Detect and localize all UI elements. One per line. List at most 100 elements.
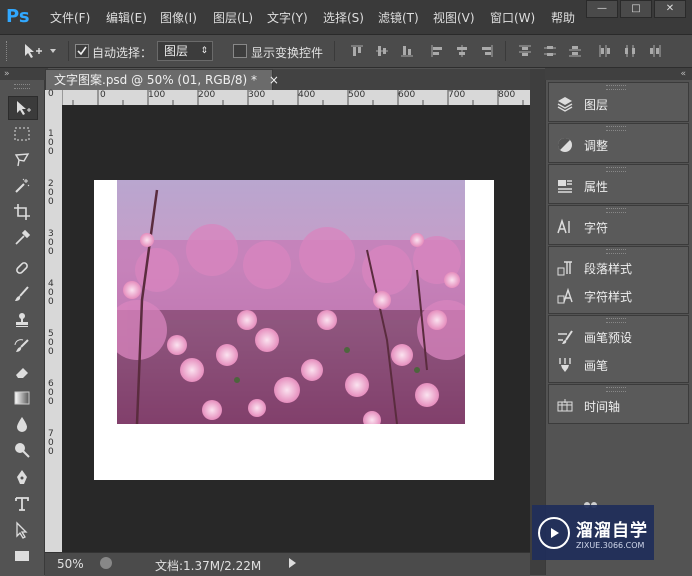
horizontal-ruler: 0 100 200 300 400 500 600 700 800 (62, 90, 530, 106)
panel-item-timeline[interactable]: 时间轴 (556, 395, 620, 417)
panel-label-brush-presets: 画笔预设 (584, 330, 633, 345)
move-tool-icon[interactable] (8, 96, 38, 120)
vertical-ruler: 0 1 0 0 2 0 0 3 0 0 4 0 0 5 0 0 6 0 0 7 … (45, 90, 63, 552)
panel-label-properties: 属性 (584, 179, 609, 194)
align-vcenter-icon[interactable] (375, 44, 389, 58)
tools-panel: » (0, 68, 48, 575)
auto-select-checkbox[interactable] (75, 44, 89, 58)
rectangle-tool-icon[interactable] (8, 545, 36, 567)
type-tool-icon[interactable] (8, 493, 36, 515)
panel-grip (606, 85, 626, 90)
document-tab[interactable]: 文字图案.psd @ 50% (01, RGB/8) * × (45, 69, 279, 90)
collapse-arrows-icon[interactable]: » (0, 68, 48, 80)
crop-tool-icon[interactable] (8, 201, 36, 223)
expand-panels-icon[interactable]: « (680, 68, 686, 80)
status-menu-arrow-icon[interactable] (289, 558, 296, 568)
panel-item-character[interactable]: 字符 (556, 216, 608, 238)
magic-wand-tool-icon[interactable] (8, 175, 36, 197)
separator (505, 41, 506, 61)
timeline-icon (557, 399, 573, 412)
eraser-tool-icon[interactable] (8, 361, 36, 383)
menu-image[interactable]: 图像(I) (160, 9, 197, 26)
align-top-icon[interactable] (350, 44, 364, 58)
panel-grip (606, 126, 626, 131)
clone-stamp-tool-icon[interactable] (8, 309, 36, 331)
menu-type[interactable]: 文字(Y) (267, 9, 308, 26)
path-selection-tool-icon[interactable] (8, 519, 36, 541)
minimize-button[interactable]: — (586, 0, 618, 18)
panel-item-adjustments[interactable]: 调整 (556, 134, 608, 156)
maximize-button[interactable]: □ (620, 0, 652, 18)
align-bottom-icon[interactable] (400, 44, 414, 58)
ruler-v-300: 3 0 0 (48, 229, 54, 257)
menu-help[interactable]: 帮助 (551, 9, 575, 26)
menu-bar: Ps 文件(F) 编辑(E) 图像(I) 图层(L) 文字(Y) 选择(S) 滤… (0, 0, 692, 35)
align-right-icon[interactable] (480, 44, 494, 58)
marquee-tool-icon[interactable] (8, 123, 36, 145)
panel-item-layers[interactable]: 图层 (556, 93, 608, 115)
gradient-tool-icon[interactable] (8, 387, 36, 409)
distribute-right-icon[interactable] (648, 44, 662, 58)
panel-item-brush[interactable]: 画笔 (556, 354, 608, 376)
ruler-v-600: 6 0 0 (48, 379, 54, 407)
panel-grip (606, 318, 626, 323)
ruler-v-200: 2 0 0 (48, 179, 54, 207)
separator (334, 41, 335, 61)
panel-grip (606, 167, 626, 172)
align-left-icon[interactable] (430, 44, 444, 58)
play-logo-icon (538, 516, 570, 549)
close-button[interactable]: ✕ (654, 0, 686, 18)
close-tab-icon[interactable]: × (269, 73, 279, 87)
panel-dock-header: « (545, 68, 692, 80)
menu-select[interactable]: 选择(S) (323, 9, 364, 26)
separator (68, 41, 69, 61)
ruler-v-400: 4 0 0 (48, 279, 54, 307)
panel-item-character-styles[interactable]: 字符样式 (556, 285, 632, 307)
zoom-level[interactable]: 50% (57, 557, 84, 571)
blur-tool-icon[interactable] (8, 413, 36, 435)
distribute-left-icon[interactable] (598, 44, 612, 58)
menu-filter[interactable]: 滤镜(T) (378, 9, 419, 26)
lasso-tool-icon[interactable] (8, 149, 36, 171)
menu-layer[interactable]: 图层(L) (213, 9, 253, 26)
watermark-subtitle: ZIXUE.3066.COM (576, 540, 645, 550)
dodge-tool-icon[interactable] (8, 439, 36, 461)
menu-edit[interactable]: 编辑(E) (106, 9, 147, 26)
auto-select-target-dropdown[interactable]: 图层 ⇕ (157, 41, 213, 61)
menu-file[interactable]: 文件(F) (50, 9, 90, 26)
panel-item-properties[interactable]: 属性 (556, 175, 608, 197)
panel-grip (606, 249, 626, 254)
ruler-v-100: 1 0 0 (48, 129, 54, 157)
status-info-icon[interactable] (100, 557, 112, 569)
paragraph-styles-icon (557, 261, 572, 276)
character-icon (557, 218, 570, 234)
layers-icon (557, 97, 573, 112)
brush-icon (559, 358, 571, 372)
healing-brush-tool-icon[interactable] (8, 257, 36, 279)
history-brush-tool-icon[interactable] (8, 335, 36, 357)
panel-dock-divider (530, 69, 545, 575)
panel-label-character-styles: 字符样式 (584, 289, 633, 304)
panel-item-paragraph-styles[interactable]: 段落样式 (556, 257, 632, 279)
menu-view[interactable]: 视图(V) (433, 9, 475, 26)
pen-tool-icon[interactable] (8, 467, 36, 489)
eyedropper-tool-icon[interactable] (8, 227, 36, 249)
show-transform-label: 显示变换控件 (251, 46, 324, 60)
options-bar: 自动选择： 图层 ⇕ 显示变换控件 (0, 35, 692, 68)
menu-window[interactable]: 窗口(W) (490, 9, 535, 26)
toolbar-grip (14, 84, 30, 89)
panel-item-brush-presets[interactable]: 画笔预设 (556, 326, 632, 348)
distribute-hcenter-icon[interactable] (623, 44, 637, 58)
brush-presets-icon (558, 330, 573, 344)
brush-tool-icon[interactable] (8, 283, 36, 305)
options-grip (6, 41, 11, 61)
character-styles-icon (557, 287, 573, 304)
align-hcenter-icon[interactable] (455, 44, 469, 58)
updown-arrows-icon: ⇕ (200, 46, 208, 56)
distribute-bottom-icon[interactable] (568, 44, 582, 58)
watermark-badge: 溜溜自学 ZIXUE.3066.COM (532, 505, 654, 560)
move-tool-preset-icon[interactable] (22, 42, 58, 63)
distribute-top-icon[interactable] (518, 44, 532, 58)
distribute-vcenter-icon[interactable] (543, 44, 557, 58)
show-transform-checkbox[interactable] (233, 44, 247, 58)
